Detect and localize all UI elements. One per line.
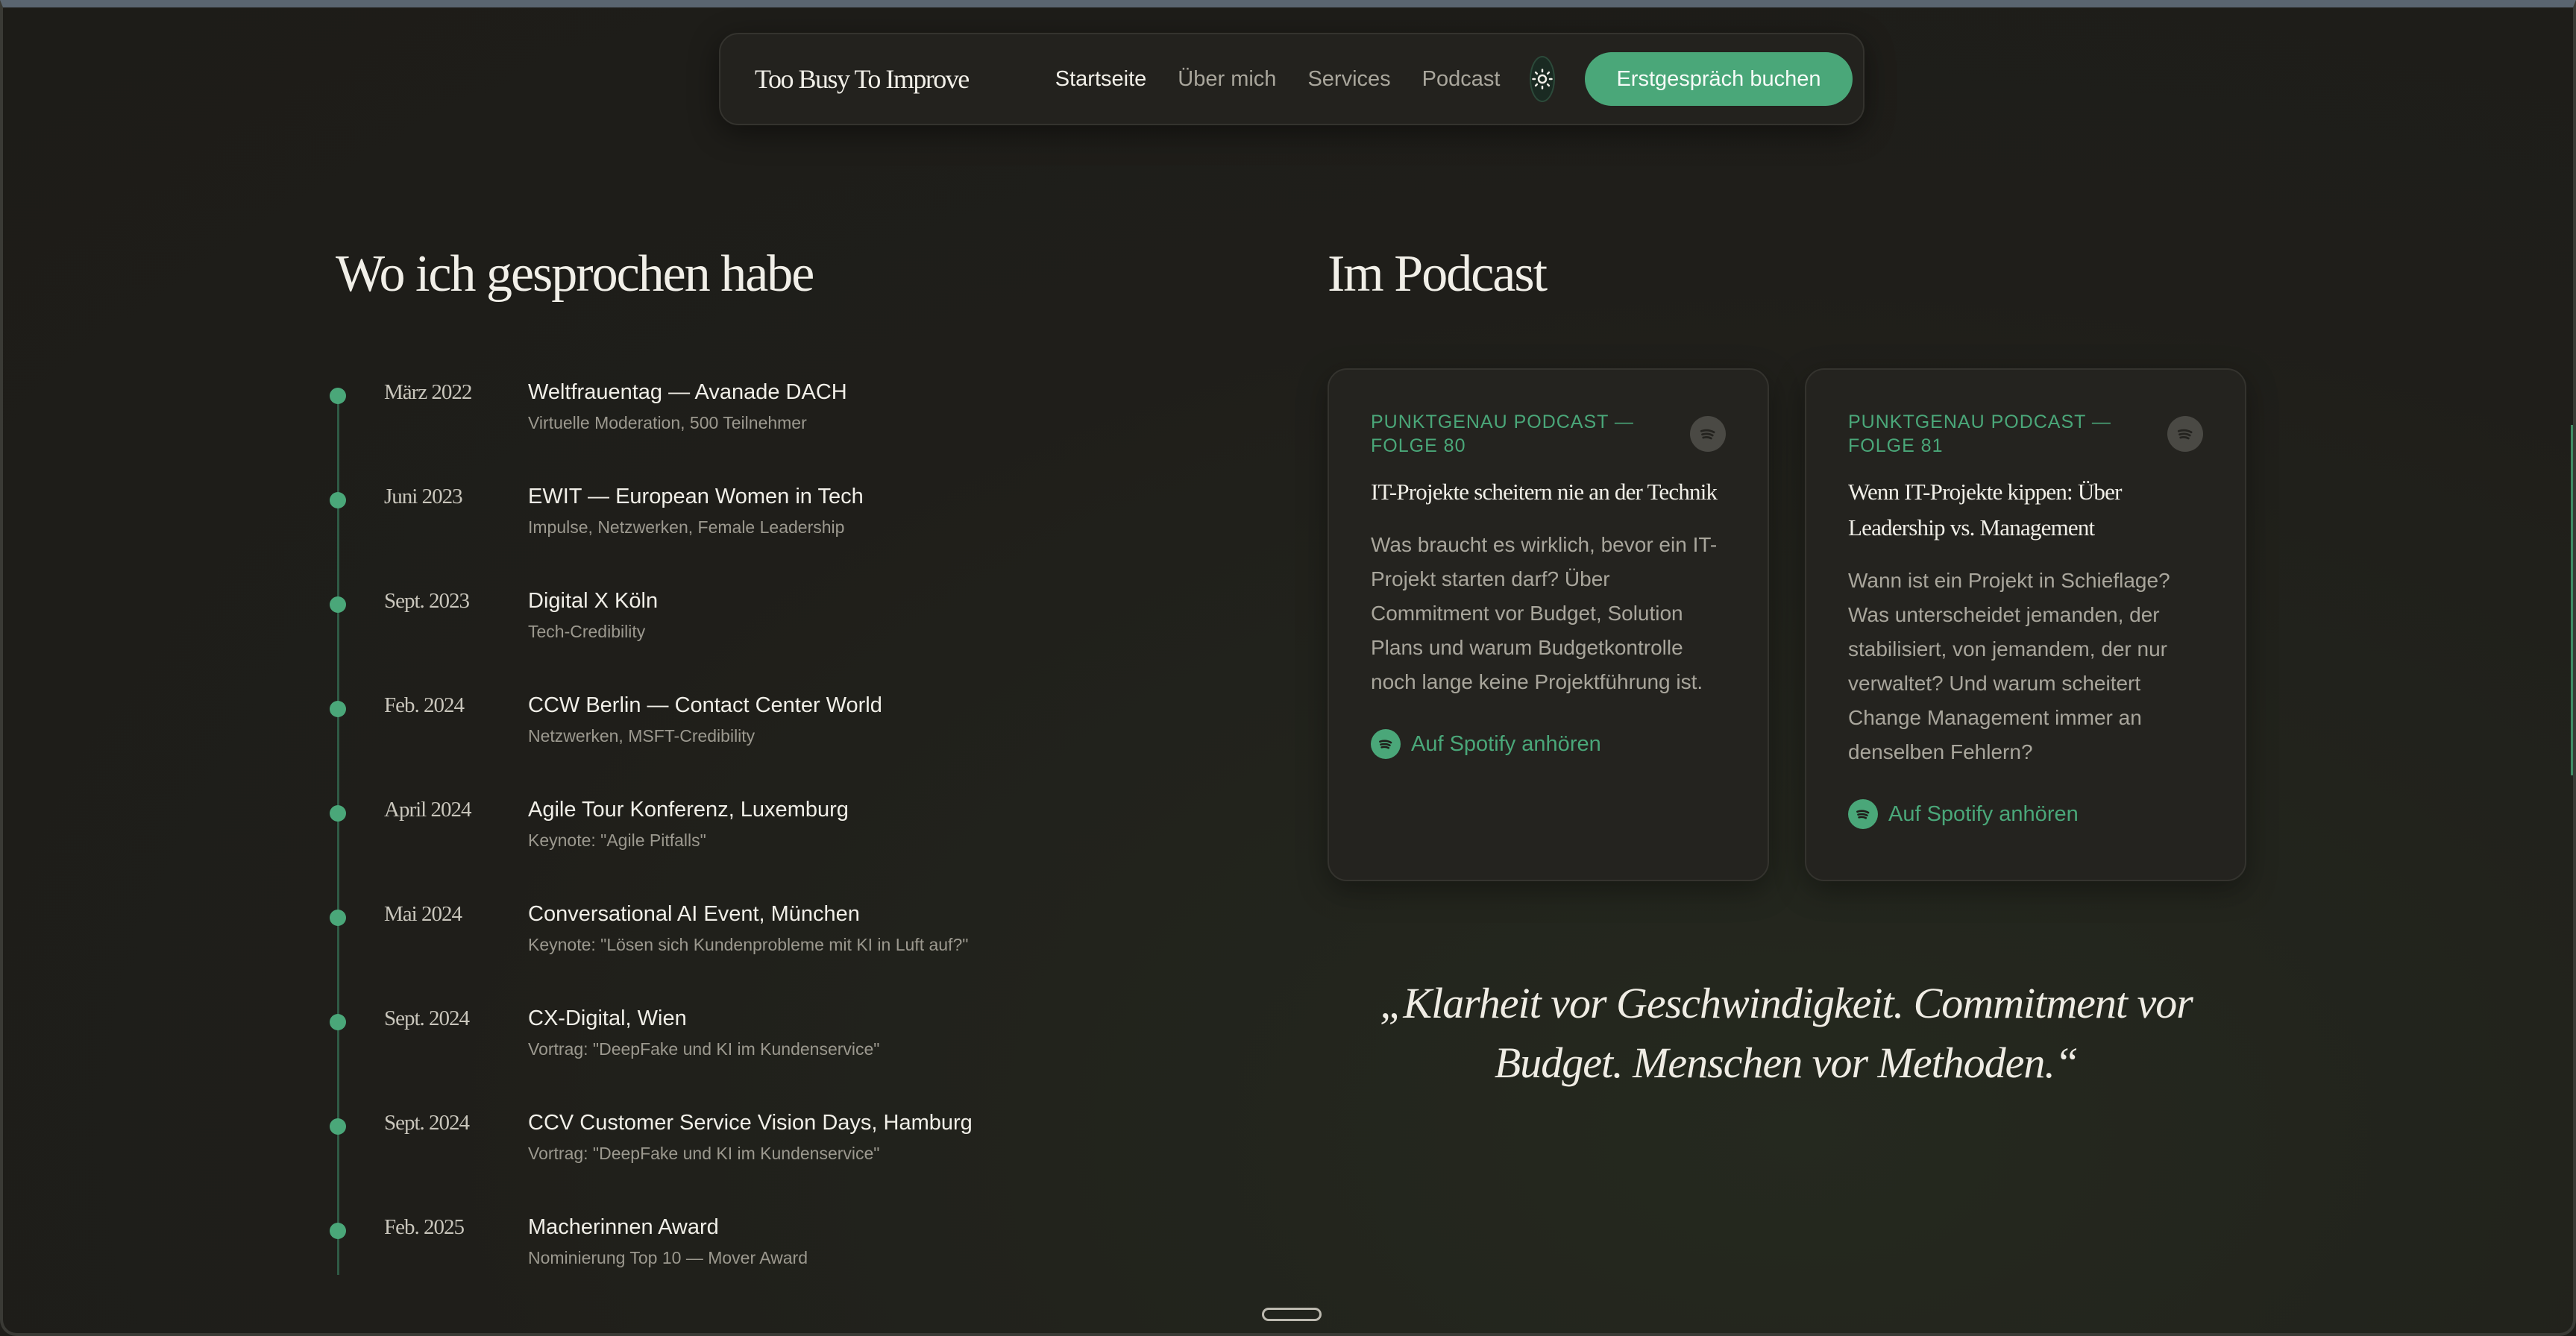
timeline-item: Sept. 2024 CCV Customer Service Vision D… (324, 1111, 1219, 1200)
talk-subtitle: Vortrag: "DeepFake und KI im Kundenservi… (528, 1039, 880, 1059)
talk-title: Conversational AI Event, München (528, 902, 860, 926)
theme-toggle-button[interactable] (1530, 56, 1556, 102)
episode-title: Wenn IT-Projekte kippen: Über Leadership… (1848, 479, 2122, 541)
spotify-listen-link[interactable]: Auf Spotify anhören (1848, 799, 2203, 829)
episode-label: PUNKTGENAU PODCAST — FOLGE 81 (1848, 412, 2111, 456)
talks-heading: Wo ich gesprochen habe (336, 245, 814, 303)
timeline-dot (330, 596, 346, 613)
podcast-heading: Im Podcast (1328, 245, 1548, 303)
timeline-dot (330, 1014, 346, 1030)
nav-link-podcast[interactable]: Podcast (1422, 67, 1501, 92)
timeline-dot (330, 805, 346, 822)
timeline-dot (330, 1118, 346, 1135)
nav-links: Startseite Über mich Services Podcast (1055, 67, 1501, 92)
talk-date: Mai 2024 (384, 902, 462, 926)
talk-subtitle: Tech-Credibility (528, 622, 646, 641)
scrollbar[interactable] (2571, 425, 2573, 775)
nav-link-services[interactable]: Services (1307, 67, 1390, 92)
spotify-listen-link[interactable]: Auf Spotify anhören (1371, 729, 1726, 759)
talk-title: CX-Digital, Wien (528, 1006, 687, 1030)
timeline-dot (330, 1223, 346, 1239)
talk-date: April 2024 (384, 798, 471, 822)
talk-date: Feb. 2024 (384, 693, 465, 717)
browser-window: Too Busy To Improve Startseite Über mich… (0, 0, 2576, 1336)
talk-subtitle: Netzwerken, MSFT-Credibility (528, 726, 755, 746)
timeline-item: Sept. 2023 Digital X Köln Tech-Credibili… (324, 589, 1219, 678)
episode-description: Was braucht es wirklich, bevor ein IT-Pr… (1371, 533, 1718, 693)
podcast-card-episode-81[interactable]: PUNKTGENAU PODCAST — FOLGE 81 Wenn IT-Pr… (1805, 368, 2246, 881)
spotify-icon (2167, 416, 2203, 452)
top-navigation: Too Busy To Improve Startseite Über mich… (719, 33, 1865, 125)
spotify-icon (1690, 416, 1726, 452)
spotify-link-label: Auf Spotify anhören (1888, 801, 2079, 826)
talk-date: Sept. 2023 (384, 589, 470, 613)
talk-title: CCW Berlin — Contact Center World (528, 693, 882, 717)
talk-title: Macherinnen Award (528, 1215, 719, 1239)
timeline-dot (330, 910, 346, 926)
episode-description: Wann ist ein Projekt in Schieflage? Was … (1848, 569, 2170, 763)
timeline-item: Juni 2023 EWIT — European Women in Tech … (324, 485, 1219, 574)
timeline-dot (330, 492, 346, 508)
talk-title: CCV Customer Service Vision Days, Hambur… (528, 1111, 973, 1135)
talk-title: Agile Tour Konferenz, Luxemburg (528, 798, 849, 822)
timeline-item: Feb. 2025 Macherinnen Award Nominierung … (324, 1215, 1219, 1305)
talk-subtitle: Keynote: "Lösen sich Kundenprobleme mit … (528, 935, 969, 954)
timeline-dot (330, 388, 346, 404)
talk-date: Juni 2023 (384, 485, 463, 508)
talk-date: Sept. 2024 (384, 1006, 470, 1030)
sun-icon (1532, 69, 1554, 89)
timeline-dot (330, 701, 346, 717)
quote: „Klarheit vor Geschwindigkeit. Commitmen… (1380, 979, 2193, 1087)
timeline-item: Feb. 2024 CCW Berlin — Contact Center Wo… (324, 693, 1219, 783)
episode-label: PUNKTGENAU PODCAST — FOLGE 80 (1371, 412, 1634, 456)
talk-subtitle: Nominierung Top 10 — Mover Award (528, 1248, 808, 1267)
talk-date: Feb. 2025 (384, 1215, 465, 1239)
timeline-item: Sept. 2024 CX-Digital, Wien Vortrag: "De… (324, 1006, 1219, 1096)
talk-title: Weltfrauentag — Avanade DACH (528, 380, 847, 404)
timeline-item: Mai 2024 Conversational AI Event, Münche… (324, 902, 1219, 992)
spotify-link-label: Auf Spotify anhören (1411, 731, 1601, 756)
timeline-item: April 2024 Agile Tour Konferenz, Luxembu… (324, 798, 1219, 887)
scroll-indicator[interactable] (1262, 1308, 1322, 1321)
nav-link-ueber-mich[interactable]: Über mich (1178, 67, 1276, 92)
talk-date: Sept. 2024 (384, 1111, 470, 1135)
nav-link-startseite[interactable]: Startseite (1055, 67, 1147, 92)
talks-timeline: März 2022 Weltfrauentag — Avanade DACH V… (324, 380, 1219, 1275)
talk-subtitle: Impulse, Netzwerken, Female Leadership (528, 517, 845, 537)
spotify-icon (1848, 799, 1878, 829)
talk-subtitle: Keynote: "Agile Pitfalls" (528, 831, 706, 850)
episode-title: IT-Projekte scheitern nie an der Technik (1371, 479, 1718, 505)
book-call-button[interactable]: Erstgespräch buchen (1585, 52, 1853, 106)
talk-title: Digital X Köln (528, 589, 659, 613)
podcast-card-episode-80[interactable]: PUNKTGENAU PODCAST — FOLGE 80 IT-Projekt… (1328, 368, 1769, 881)
spotify-icon (1371, 729, 1401, 759)
talk-subtitle: Vortrag: "DeepFake und KI im Kundenservi… (528, 1144, 880, 1163)
timeline-item: März 2022 Weltfrauentag — Avanade DACH V… (324, 380, 1219, 470)
talk-title: EWIT — European Women in Tech (528, 485, 864, 508)
talk-date: März 2022 (384, 380, 472, 404)
talk-subtitle: Virtuelle Moderation, 500 Teilnehmer (528, 413, 807, 432)
brand-logo[interactable]: Too Busy To Improve (755, 63, 970, 95)
